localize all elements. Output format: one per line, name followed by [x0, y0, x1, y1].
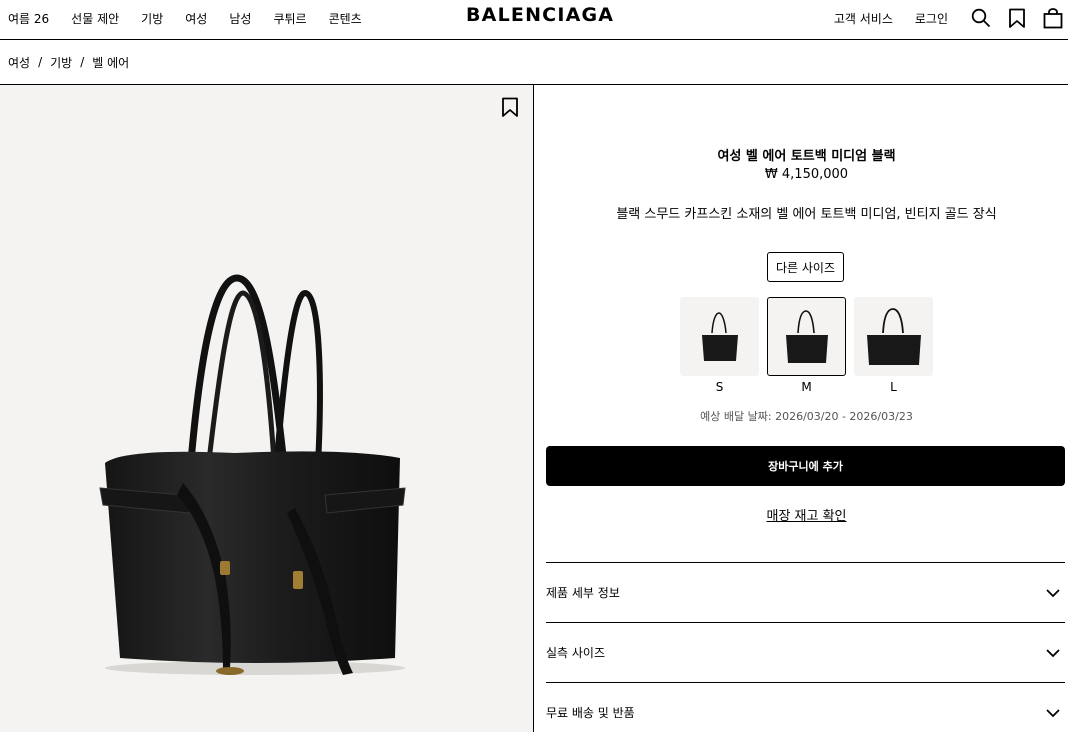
product-price: ₩ 4,150,000 — [764, 167, 849, 182]
nav-item-content[interactable]: 콘텐츠 — [329, 10, 362, 27]
bookmark-icon[interactable] — [501, 97, 519, 122]
nav-item-gifts[interactable]: 선물 제안 — [71, 10, 119, 27]
nav-item-men[interactable]: 남성 — [229, 10, 251, 27]
size-thumbnail — [767, 297, 846, 376]
product-description: 블랙 스무드 카프스킨 소재의 벨 에어 토트백 미디엄, 빈티지 골드 장식 — [616, 207, 997, 222]
brand-logo[interactable]: BALENCIAGA — [466, 4, 614, 26]
product-info-panel: 여성 벨 에어 토트백 미디엄 블랙 ₩ 4,150,000 블랙 스무드 카프… — [534, 85, 1068, 732]
accordion-label: 실측 사이즈 — [546, 646, 606, 660]
breadcrumb-bags[interactable]: 기방 — [50, 54, 72, 71]
chevron-down-icon — [1046, 588, 1060, 597]
breadcrumb-separator: / — [38, 55, 43, 69]
accordion-label: 무료 배송 및 반품 — [546, 706, 635, 720]
bookmark-icon[interactable] — [1006, 7, 1028, 29]
size-selector: S M L — [680, 297, 933, 394]
chevron-down-icon — [1046, 708, 1060, 717]
site-header: 여름 26 선물 제안 기방 여성 남성 쿠튀르 콘텐츠 BALENCIAGA … — [0, 0, 1068, 40]
other-sizes-button[interactable]: 다른 사이즈 — [767, 252, 844, 282]
size-label: S — [715, 380, 724, 394]
breadcrumb-separator: / — [80, 55, 85, 69]
breadcrumb: 여성 / 기방 / 벨 에어 — [0, 40, 1068, 85]
product-image-panel[interactable] — [0, 85, 534, 732]
product-image — [99, 274, 406, 675]
search-icon[interactable] — [970, 7, 992, 29]
add-to-cart-button[interactable]: 장바구니에 추가 — [546, 446, 1065, 486]
login-link[interactable]: 로그인 — [915, 10, 948, 27]
nav-item-summer[interactable]: 여름 26 — [8, 10, 49, 27]
size-option-l[interactable]: L — [854, 297, 933, 394]
chevron-down-icon — [1046, 648, 1060, 657]
size-thumbnail — [680, 297, 759, 376]
size-label: L — [890, 380, 897, 394]
breadcrumb-women[interactable]: 여성 — [8, 54, 30, 71]
size-option-m[interactable]: M — [767, 297, 846, 394]
size-label: M — [801, 380, 812, 394]
accordion-size-guide[interactable]: 실측 사이즈 — [546, 622, 1065, 682]
customer-service-link[interactable]: 고객 서비스 — [834, 10, 893, 27]
check-store-stock-link[interactable]: 매장 재고 확인 — [534, 505, 1068, 524]
estimated-delivery: 예상 배달 날짜: 2026/03/20 - 2026/03/23 — [700, 410, 913, 423]
product-title: 여성 벨 에어 토트백 미디엄 블랙 — [717, 149, 896, 164]
nav-item-couture[interactable]: 쿠튀르 — [273, 10, 306, 27]
size-thumbnail — [854, 297, 933, 376]
size-option-s[interactable]: S — [680, 297, 759, 394]
accordion-product-details[interactable]: 제품 세부 정보 — [546, 562, 1065, 622]
accordion-shipping-returns[interactable]: 무료 배송 및 반품 — [546, 682, 1065, 732]
shopping-bag-icon[interactable] — [1042, 7, 1064, 29]
nav-item-women[interactable]: 여성 — [185, 10, 207, 27]
nav-item-bags[interactable]: 기방 — [141, 10, 163, 27]
breadcrumb-bel-air[interactable]: 벨 에어 — [92, 54, 129, 71]
utility-nav: 고객 서비스 로그인 — [834, 0, 1068, 36]
main-nav: 여름 26 선물 제안 기방 여성 남성 쿠튀르 콘텐츠 — [8, 0, 384, 36]
accordion-label: 제품 세부 정보 — [546, 586, 620, 600]
